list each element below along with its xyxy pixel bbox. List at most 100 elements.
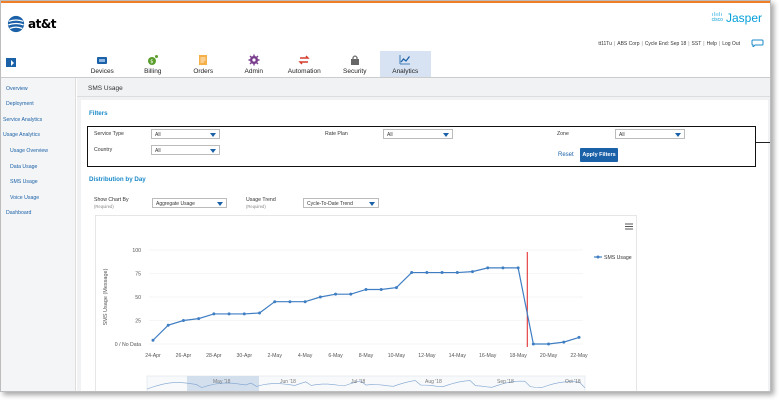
x-tick-label: 2-May [268, 353, 283, 359]
att-logo[interactable]: at&t [7, 15, 57, 33]
x-tick-label: 12-May [418, 353, 436, 359]
data-point [364, 287, 368, 291]
distribution-heading: Distribution by Day [89, 176, 146, 183]
lock-icon [350, 55, 359, 65]
data-point [166, 323, 170, 327]
y-tick-label: 0 / No Data [115, 342, 141, 348]
x-tick-label: 8-May [359, 353, 374, 359]
service-type-label: Service Type [94, 131, 124, 137]
navigator-label: Jun '18 [280, 379, 296, 385]
data-point [181, 319, 185, 322]
chevron-down-icon [443, 133, 449, 137]
x-tick-label: 28-Apr [206, 353, 222, 359]
analytics-icon [399, 55, 411, 65]
series-line [152, 267, 580, 345]
sidebar-item-deployment[interactable]: Deployment [6, 101, 34, 107]
x-tick-label: 14-May [449, 353, 467, 359]
data-point [197, 317, 201, 321]
nav-billing[interactable]: $ Billing [128, 51, 179, 77]
data-point [394, 286, 398, 290]
sidebar-item-overview[interactable]: Overview [6, 86, 28, 92]
y-tick-label: 50 [135, 295, 141, 301]
chevron-down-icon [369, 202, 375, 206]
legend-label: SMS Usage [604, 255, 632, 261]
navigator-label: Oct '18 [565, 379, 581, 385]
sidebar-item-dashboard[interactable]: Dashboard [6, 210, 31, 216]
nav-admin[interactable]: Admin [229, 51, 280, 77]
data-point [212, 312, 216, 316]
nav-devices[interactable]: Devices [77, 51, 128, 77]
logout-link[interactable]: Log Out [722, 41, 740, 47]
y-tick-label: 100 [132, 248, 141, 254]
timezone: SST [691, 41, 702, 47]
data-point [379, 287, 383, 291]
chat-icon[interactable] [751, 39, 764, 47]
sidebar-item-data-usage[interactable]: Data Usage [10, 164, 37, 170]
data-point [227, 312, 231, 316]
sidebar-item-voice-usage[interactable]: Voice Usage [10, 195, 39, 201]
show-chart-by-required: (Required) [94, 204, 114, 209]
data-point [288, 300, 292, 304]
x-tick-label: 10-May [388, 353, 406, 359]
callout-line [756, 142, 770, 143]
usage-trend-select[interactable]: Cycle-To-Date Trend [303, 198, 379, 208]
filters-heading: Filters [89, 110, 108, 117]
usage-trend-required: (Required) [246, 204, 266, 209]
y-axis-label: SMS Usage (Message) [103, 268, 109, 325]
automation-icon [298, 55, 310, 65]
data-point [516, 266, 520, 270]
x-tick-label: 22-May [570, 353, 588, 359]
sidebar-toggle-button[interactable] [6, 58, 16, 67]
chevron-down-icon [217, 202, 223, 206]
data-point [349, 292, 353, 296]
logo-text: at&t [28, 17, 57, 31]
x-tick-label: 6-May [328, 353, 343, 359]
sms-usage-chart: 0 / No Data 25 50 75 100 SMS Usage (Message) 2… [103, 248, 632, 391]
navigator-label: Sep '18 [497, 379, 514, 385]
username[interactable]: tt11Tu [598, 41, 612, 47]
help-link[interactable]: Help [707, 41, 717, 47]
nav-security[interactable]: Security [330, 51, 381, 77]
sidebar-item-usage-analytics[interactable]: Usage Analytics [3, 132, 40, 138]
x-tick-label: 4-May [298, 353, 313, 359]
y-tick-label: 75 [135, 272, 141, 278]
cisco-jasper-brand: ılıılı cisco Jasper [712, 11, 762, 25]
reset-link[interactable]: Reset [558, 152, 574, 158]
navigator-label: Aug '18 [425, 379, 442, 385]
svg-text:$: $ [150, 59, 153, 65]
x-tick-label: 18-May [509, 353, 527, 359]
country-label: Country [94, 147, 113, 153]
service-type-select[interactable]: All [151, 129, 220, 139]
top-accent-bar [1, 1, 770, 3]
show-chart-by-select[interactable]: Aggregate Usage [152, 198, 227, 208]
hamburger-menu-icon[interactable] [625, 223, 633, 230]
sidebar: Overview Deployment Service Analytics Us… [1, 78, 76, 391]
chevron-down-icon [675, 133, 681, 137]
page-title: SMS Usage [88, 85, 123, 92]
apply-filters-button[interactable]: Apply Filters [580, 148, 618, 162]
admin-icon [248, 54, 260, 66]
orders-icon [199, 55, 208, 65]
nav-analytics[interactable]: Analytics [380, 51, 431, 77]
main-nav: Devices $ Billing Orders Admin Automatio… [77, 51, 431, 77]
x-tick-label: 30-Apr [236, 353, 252, 359]
x-tick-label: 24-Apr [145, 353, 161, 359]
zone-select[interactable]: All [615, 129, 685, 139]
data-point [501, 266, 505, 270]
app-window: at&t ılıılı cisco Jasper tt11Tu | ABS Cor… [0, 0, 771, 392]
sidebar-item-service-analytics[interactable]: Service Analytics [3, 117, 42, 123]
chevron-down-icon [210, 149, 216, 153]
nav-automation[interactable]: Automation [279, 51, 330, 77]
sidebar-item-sms-usage[interactable]: SMS Usage [10, 179, 38, 185]
globe-icon [7, 15, 25, 33]
nav-orders[interactable]: Orders [178, 51, 229, 77]
data-point [318, 295, 322, 299]
data-point [471, 270, 474, 274]
rate-plan-select[interactable]: All [383, 129, 453, 139]
title-divider [77, 96, 770, 97]
data-point [440, 271, 444, 275]
sidebar-item-usage-overview[interactable]: Usage Overview [10, 148, 48, 154]
company-name: ABS Corp [617, 41, 640, 47]
country-select[interactable]: All [151, 145, 220, 155]
rate-plan-label: Rate Plan [325, 131, 348, 137]
